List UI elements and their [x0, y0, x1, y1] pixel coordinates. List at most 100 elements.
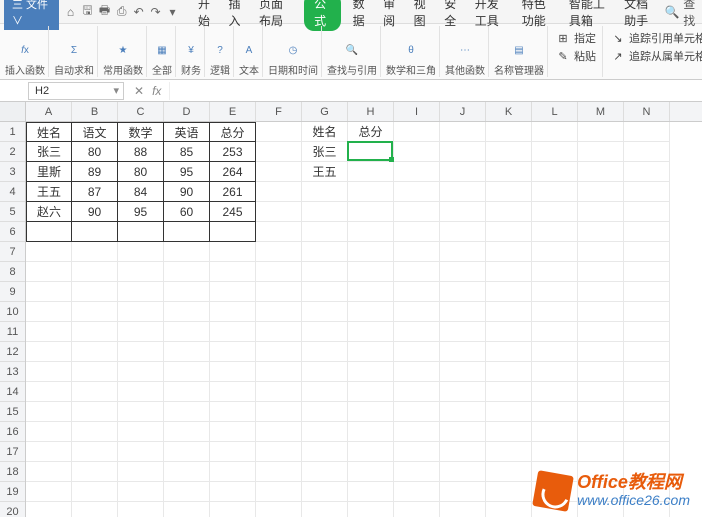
cell-H13[interactable]: [348, 362, 394, 382]
cell-A17[interactable]: [26, 442, 72, 462]
cell-N14[interactable]: [624, 382, 670, 402]
cell-K16[interactable]: [486, 422, 532, 442]
cell-B19[interactable]: [72, 482, 118, 502]
cell-E9[interactable]: [210, 282, 256, 302]
cell-H10[interactable]: [348, 302, 394, 322]
cell-G18[interactable]: [302, 462, 348, 482]
col-header-L[interactable]: L: [532, 102, 578, 121]
cell-M16[interactable]: [578, 422, 624, 442]
qat-preview-icon[interactable]: ⎙: [116, 5, 127, 19]
cell-F16[interactable]: [256, 422, 302, 442]
col-header-M[interactable]: M: [578, 102, 624, 121]
ribbon-finance[interactable]: ¥ 财务: [178, 26, 205, 77]
cell-E12[interactable]: [210, 342, 256, 362]
cell-K3[interactable]: [486, 162, 532, 182]
cell-E6[interactable]: [210, 222, 256, 242]
cell-A7[interactable]: [26, 242, 72, 262]
ribbon-datetime[interactable]: ◷ 日期和时间: [265, 26, 322, 77]
cell-H1[interactable]: 总分: [348, 122, 394, 142]
cell-B11[interactable]: [72, 322, 118, 342]
cell-H8[interactable]: [348, 262, 394, 282]
cell-H19[interactable]: [348, 482, 394, 502]
cell-B13[interactable]: [72, 362, 118, 382]
cell-D18[interactable]: [164, 462, 210, 482]
cell-C12[interactable]: [118, 342, 164, 362]
cell-K19[interactable]: [486, 482, 532, 502]
cell-M3[interactable]: [578, 162, 624, 182]
cell-K12[interactable]: [486, 342, 532, 362]
cell-E17[interactable]: [210, 442, 256, 462]
cell-J18[interactable]: [440, 462, 486, 482]
cell-N13[interactable]: [624, 362, 670, 382]
cell-K20[interactable]: [486, 502, 532, 517]
cell-E19[interactable]: [210, 482, 256, 502]
cell-F8[interactable]: [256, 262, 302, 282]
col-header-C[interactable]: C: [118, 102, 164, 121]
col-header-A[interactable]: A: [26, 102, 72, 121]
cell-M15[interactable]: [578, 402, 624, 422]
cell-I17[interactable]: [394, 442, 440, 462]
cell-B1[interactable]: 语文: [72, 122, 118, 142]
cell-B18[interactable]: [72, 462, 118, 482]
qat-undo-icon[interactable]: ↶: [133, 5, 144, 19]
cell-J17[interactable]: [440, 442, 486, 462]
cell-C20[interactable]: [118, 502, 164, 517]
cell-H18[interactable]: [348, 462, 394, 482]
cell-N15[interactable]: [624, 402, 670, 422]
cell-I3[interactable]: [394, 162, 440, 182]
ribbon-common[interactable]: ★ 常用函数: [100, 26, 147, 77]
cell-F10[interactable]: [256, 302, 302, 322]
ribbon-trace-precedents[interactable]: ↘追踪引用单元格: [611, 30, 702, 46]
cell-E1[interactable]: 总分: [210, 122, 256, 142]
row-header-19[interactable]: 19: [0, 482, 25, 502]
cell-F20[interactable]: [256, 502, 302, 517]
cell-H12[interactable]: [348, 342, 394, 362]
cell-J4[interactable]: [440, 182, 486, 202]
row-header-6[interactable]: 6: [0, 222, 25, 242]
cell-J2[interactable]: [440, 142, 486, 162]
cell-K9[interactable]: [486, 282, 532, 302]
cell-C15[interactable]: [118, 402, 164, 422]
fx-small-icon[interactable]: fx: [152, 84, 161, 98]
cell-J20[interactable]: [440, 502, 486, 517]
cell-I1[interactable]: [394, 122, 440, 142]
ribbon-text[interactable]: A 文本: [236, 26, 263, 77]
cell-M17[interactable]: [578, 442, 624, 462]
cell-J11[interactable]: [440, 322, 486, 342]
cell-J1[interactable]: [440, 122, 486, 142]
row-header-8[interactable]: 8: [0, 262, 25, 282]
cell-M8[interactable]: [578, 262, 624, 282]
cell-G13[interactable]: [302, 362, 348, 382]
cell-L7[interactable]: [532, 242, 578, 262]
cell-J9[interactable]: [440, 282, 486, 302]
cell-A13[interactable]: [26, 362, 72, 382]
cell-A2[interactable]: 张三: [26, 142, 72, 162]
cell-N11[interactable]: [624, 322, 670, 342]
cell-E20[interactable]: [210, 502, 256, 517]
select-all-corner[interactable]: [0, 102, 26, 122]
cell-F3[interactable]: [256, 162, 302, 182]
ribbon-define-name[interactable]: ⊞指定: [556, 30, 596, 46]
cell-L1[interactable]: [532, 122, 578, 142]
cell-H5[interactable]: [348, 202, 394, 222]
cell-A20[interactable]: [26, 502, 72, 517]
ribbon-insert-function[interactable]: fx 插入函数: [2, 26, 49, 77]
cell-E16[interactable]: [210, 422, 256, 442]
cell-K18[interactable]: [486, 462, 532, 482]
cell-J13[interactable]: [440, 362, 486, 382]
cell-G5[interactable]: [302, 202, 348, 222]
cell-E3[interactable]: 264: [210, 162, 256, 182]
cell-A9[interactable]: [26, 282, 72, 302]
cell-D20[interactable]: [164, 502, 210, 517]
cell-I5[interactable]: [394, 202, 440, 222]
row-header-5[interactable]: 5: [0, 202, 25, 222]
cell-D9[interactable]: [164, 282, 210, 302]
cell-F17[interactable]: [256, 442, 302, 462]
cell-H4[interactable]: [348, 182, 394, 202]
cell-L17[interactable]: [532, 442, 578, 462]
cell-A12[interactable]: [26, 342, 72, 362]
cell-C6[interactable]: [118, 222, 164, 242]
cell-D1[interactable]: 英语: [164, 122, 210, 142]
cell-L6[interactable]: [532, 222, 578, 242]
cell-D7[interactable]: [164, 242, 210, 262]
